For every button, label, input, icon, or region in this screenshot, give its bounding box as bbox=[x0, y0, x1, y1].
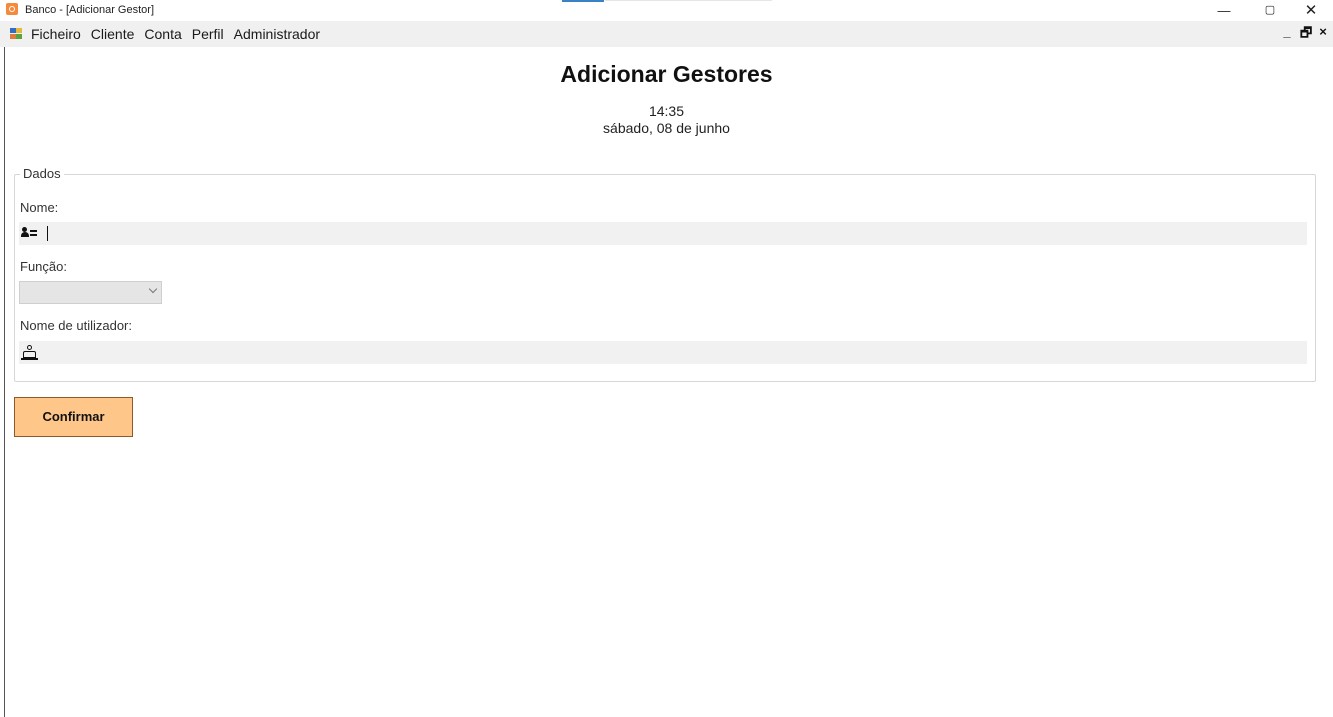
client-area: Adicionar Gestores 14:35 sábado, 08 de j… bbox=[4, 47, 1332, 717]
nome-field[interactable] bbox=[19, 222, 1307, 247]
mdi-controls: _ 🗗 × bbox=[1282, 24, 1328, 46]
menu-conta[interactable]: Conta bbox=[139, 21, 186, 47]
menu-cliente[interactable]: Cliente bbox=[86, 21, 140, 47]
menu-perfil[interactable]: Perfil bbox=[187, 21, 229, 47]
mdi-restore-button[interactable]: 🗗 bbox=[1300, 24, 1312, 46]
window-maximize-button[interactable]: ▢ bbox=[1248, 0, 1292, 21]
window-close-button[interactable]: ✕ bbox=[1289, 0, 1333, 21]
chevron-down-icon[interactable] bbox=[148, 284, 158, 294]
funcao-label: Função: bbox=[20, 259, 67, 274]
text-caret bbox=[47, 226, 48, 241]
utilizador-field[interactable] bbox=[19, 341, 1307, 366]
utilizador-label: Nome de utilizador: bbox=[20, 318, 132, 333]
title-accent-line bbox=[562, 0, 604, 2]
title-bar[interactable]: Banco - [Adicionar Gestor] — ▢ ✕ bbox=[0, 0, 1333, 21]
user-card-icon bbox=[21, 225, 41, 241]
app-window: Banco - [Adicionar Gestor] — ▢ ✕ Ficheir… bbox=[0, 0, 1333, 717]
menu-ficheiro[interactable]: Ficheiro bbox=[26, 21, 86, 47]
window-minimize-button[interactable]: — bbox=[1202, 0, 1246, 21]
mdi-minimize-button[interactable]: _ bbox=[1282, 24, 1292, 46]
page-title: Adicionar Gestores bbox=[560, 61, 773, 87]
confirm-button[interactable]: Confirmar bbox=[14, 397, 133, 437]
clock-time: 14:35 bbox=[648, 103, 685, 119]
window-title: Banco - [Adicionar Gestor] bbox=[25, 4, 155, 16]
mdi-close-button[interactable]: × bbox=[1318, 24, 1328, 46]
utilizador-input[interactable] bbox=[49, 341, 1303, 366]
app-icon bbox=[6, 3, 18, 15]
funcao-select[interactable] bbox=[19, 281, 162, 304]
dados-groupbox: Dados Nome: Função: Nome de utilizador: bbox=[14, 166, 1316, 382]
clock-date: sábado, 08 de junho bbox=[603, 120, 730, 136]
nome-input[interactable] bbox=[49, 222, 1303, 247]
mdi-child-icon[interactable] bbox=[10, 28, 22, 39]
groupbox-legend: Dados bbox=[20, 166, 64, 181]
menu-items: Ficheiro Cliente Conta Perfil Administra… bbox=[26, 21, 325, 47]
stamp-icon bbox=[21, 344, 41, 360]
title-accent-line-light bbox=[605, 0, 772, 1]
menu-bar: Ficheiro Cliente Conta Perfil Administra… bbox=[0, 21, 1333, 47]
menu-administrador[interactable]: Administrador bbox=[229, 21, 325, 47]
nome-label: Nome: bbox=[20, 200, 59, 215]
